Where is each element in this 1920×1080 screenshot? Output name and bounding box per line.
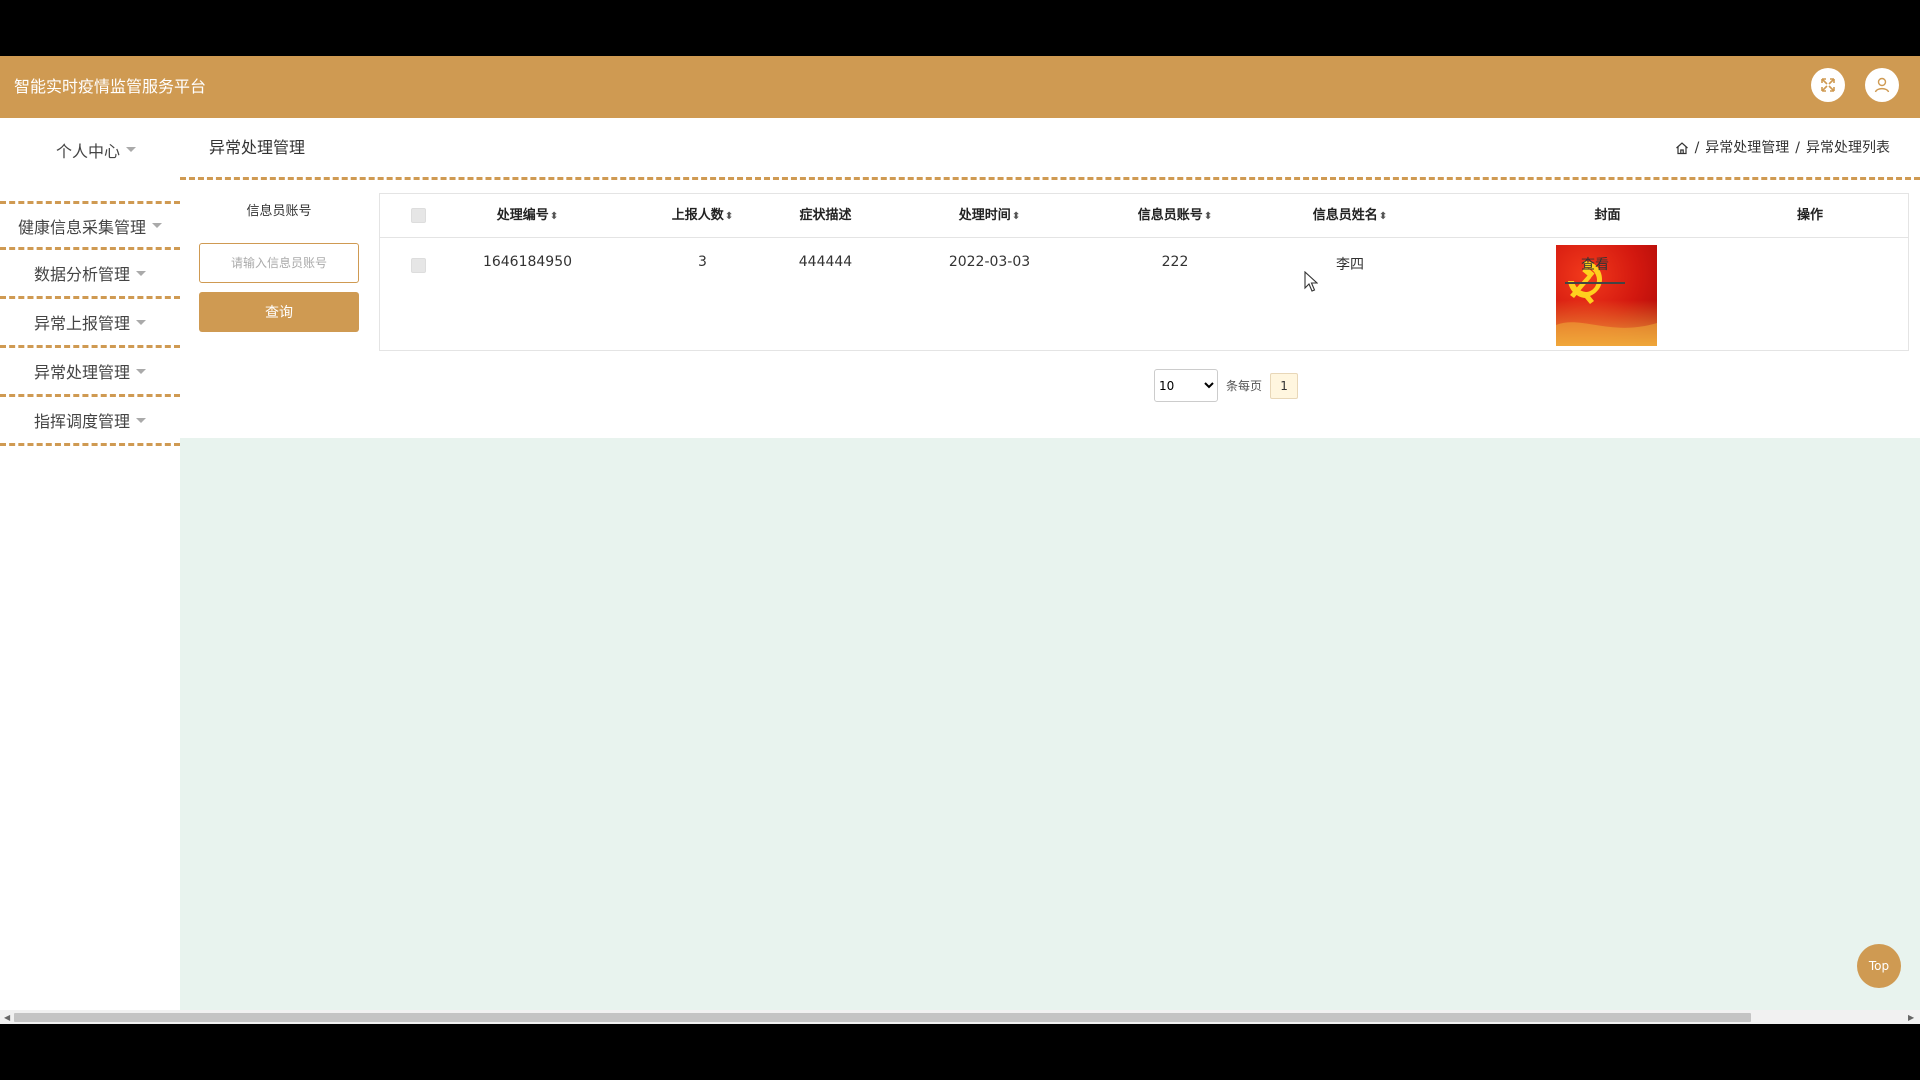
column-header-time[interactable]: 处理时间⬍ [932,194,1047,239]
select-all-checkbox[interactable] [411,208,426,223]
row-checkbox[interactable] [411,258,426,273]
sidebar-item-label: 个人中心 [55,141,120,161]
sidebar-item-label: 健康信息采集管理 [17,217,146,237]
chevron-down-icon [152,223,162,228]
search-input[interactable] [199,243,359,283]
home-icon[interactable] [1675,141,1689,155]
breadcrumb-separator: / [1795,140,1800,156]
cell-count: 3 [698,254,707,270]
app-title: 智能实时疫情监管服务平台 [14,77,207,96]
sidebar-item-anomaly-report[interactable]: 异常上报管理 [0,299,180,348]
chevron-down-icon [136,319,146,325]
back-to-top-button[interactable]: Top [1857,944,1901,988]
chevron-down-icon [136,368,146,374]
data-table: 处理编号⬍ 上报人数⬍ 症状描述 处理时间⬍ 信息员账号⬍ 信息员姓名⬍ 封面 … [379,193,1909,351]
column-header-account[interactable]: 信息员账号⬍ [1110,194,1240,239]
fullscreen-icon [1821,78,1835,92]
sort-icon: ⬍ [1378,211,1388,222]
sidebar-item-label: 异常处理管理 [33,363,130,382]
sort-icon: ⬍ [549,211,559,222]
sidebar-item-personal-center[interactable]: 个人中心 [6,125,186,174]
sidebar-item-data-analysis[interactable]: 数据分析管理 [0,250,180,299]
list-panel: 异常处理管理 / 异常处理管理 / 异常处理列表 信息员账号 查询 处理编号⬍ … [180,118,1920,438]
sidebar-item-command-dispatch[interactable]: 指挥调度管理 [0,397,180,446]
page-number-current[interactable]: 1 [1270,372,1299,399]
page-size-select[interactable]: 10 [1154,369,1218,402]
search-label: 信息员账号 [246,204,312,219]
cell-time: 2022-03-03 [948,254,1031,270]
breadcrumb-separator: / [1694,140,1700,156]
breadcrumb: / 异常处理管理 / 异常处理列表 [1675,118,1890,178]
chevron-down-icon [136,270,146,276]
column-header-cover: 封面 [1594,208,1621,223]
cell-account: 222 [1161,254,1189,270]
fullscreen-button[interactable] [1811,68,1845,102]
column-header-action: 操作 [1796,208,1823,223]
chevron-down-icon [136,417,146,423]
cell-id: 1646184950 [482,254,573,270]
sidebar-item-health-info[interactable]: 健康信息采集管理 [0,201,180,250]
pagination: 10 条每页 1 [1154,369,1299,402]
page-title: 异常处理管理 [209,138,306,157]
sidebar-item-label: 异常上报管理 [33,314,130,333]
sidebar: 个人中心 健康信息采集管理 数据分析管理 异常上报管理 异常处理管理 指挥调度管… [0,118,180,1024]
sidebar-item-anomaly-handling[interactable]: 异常处理管理 [0,348,180,397]
sort-icon: ⬍ [1203,211,1213,222]
page-header: 异常处理管理 / 异常处理管理 / 异常处理列表 [180,118,1920,180]
breadcrumb-item: 异常处理列表 [1806,140,1890,156]
main-content: 异常处理管理 / 异常处理管理 / 异常处理列表 信息员账号 查询 处理编号⬍ … [180,118,1920,1024]
column-header-symptom: 症状描述 [799,208,852,223]
sidebar-item-label: 数据分析管理 [33,265,130,284]
user-menu-button[interactable] [1865,68,1899,102]
app-screen: 智能实时疫情监管服务平台 个人中心 健康信息采集管理 数据分析管理 异常上报管理… [0,56,1920,1024]
scrollbar-thumb[interactable] [14,1013,1751,1022]
sort-icon: ⬍ [724,211,734,222]
cell-symptom: 444444 [798,254,853,270]
per-page-label: 条每页 [1226,379,1263,393]
chevron-down-icon [126,147,136,152]
column-header-id[interactable]: 处理编号⬍ [470,194,585,239]
table-header: 处理编号⬍ 上报人数⬍ 症状描述 处理时间⬍ 信息员账号⬍ 信息员姓名⬍ 封面 … [380,194,1908,238]
sort-icon: ⬍ [1011,211,1021,222]
column-header-count[interactable]: 上报人数⬍ [645,194,760,239]
user-avatar-icon [1874,77,1890,93]
mouse-cursor-icon [1304,271,1318,292]
column-header-name[interactable]: 信息员姓名⬍ [1285,194,1415,239]
view-button[interactable]: 查看 [1565,250,1625,284]
sidebar-item-label: 指挥调度管理 [33,412,130,431]
query-button[interactable]: 查询 [199,292,359,332]
scroll-right-icon[interactable]: ▶ [1908,1013,1914,1022]
breadcrumb-item[interactable]: 异常处理管理 [1705,118,1789,178]
top-header: 智能实时疫情监管服务平台 [0,56,1920,118]
scroll-left-icon[interactable]: ◀ [4,1013,10,1022]
horizontal-scrollbar[interactable]: ◀ ▶ [0,1010,1920,1024]
